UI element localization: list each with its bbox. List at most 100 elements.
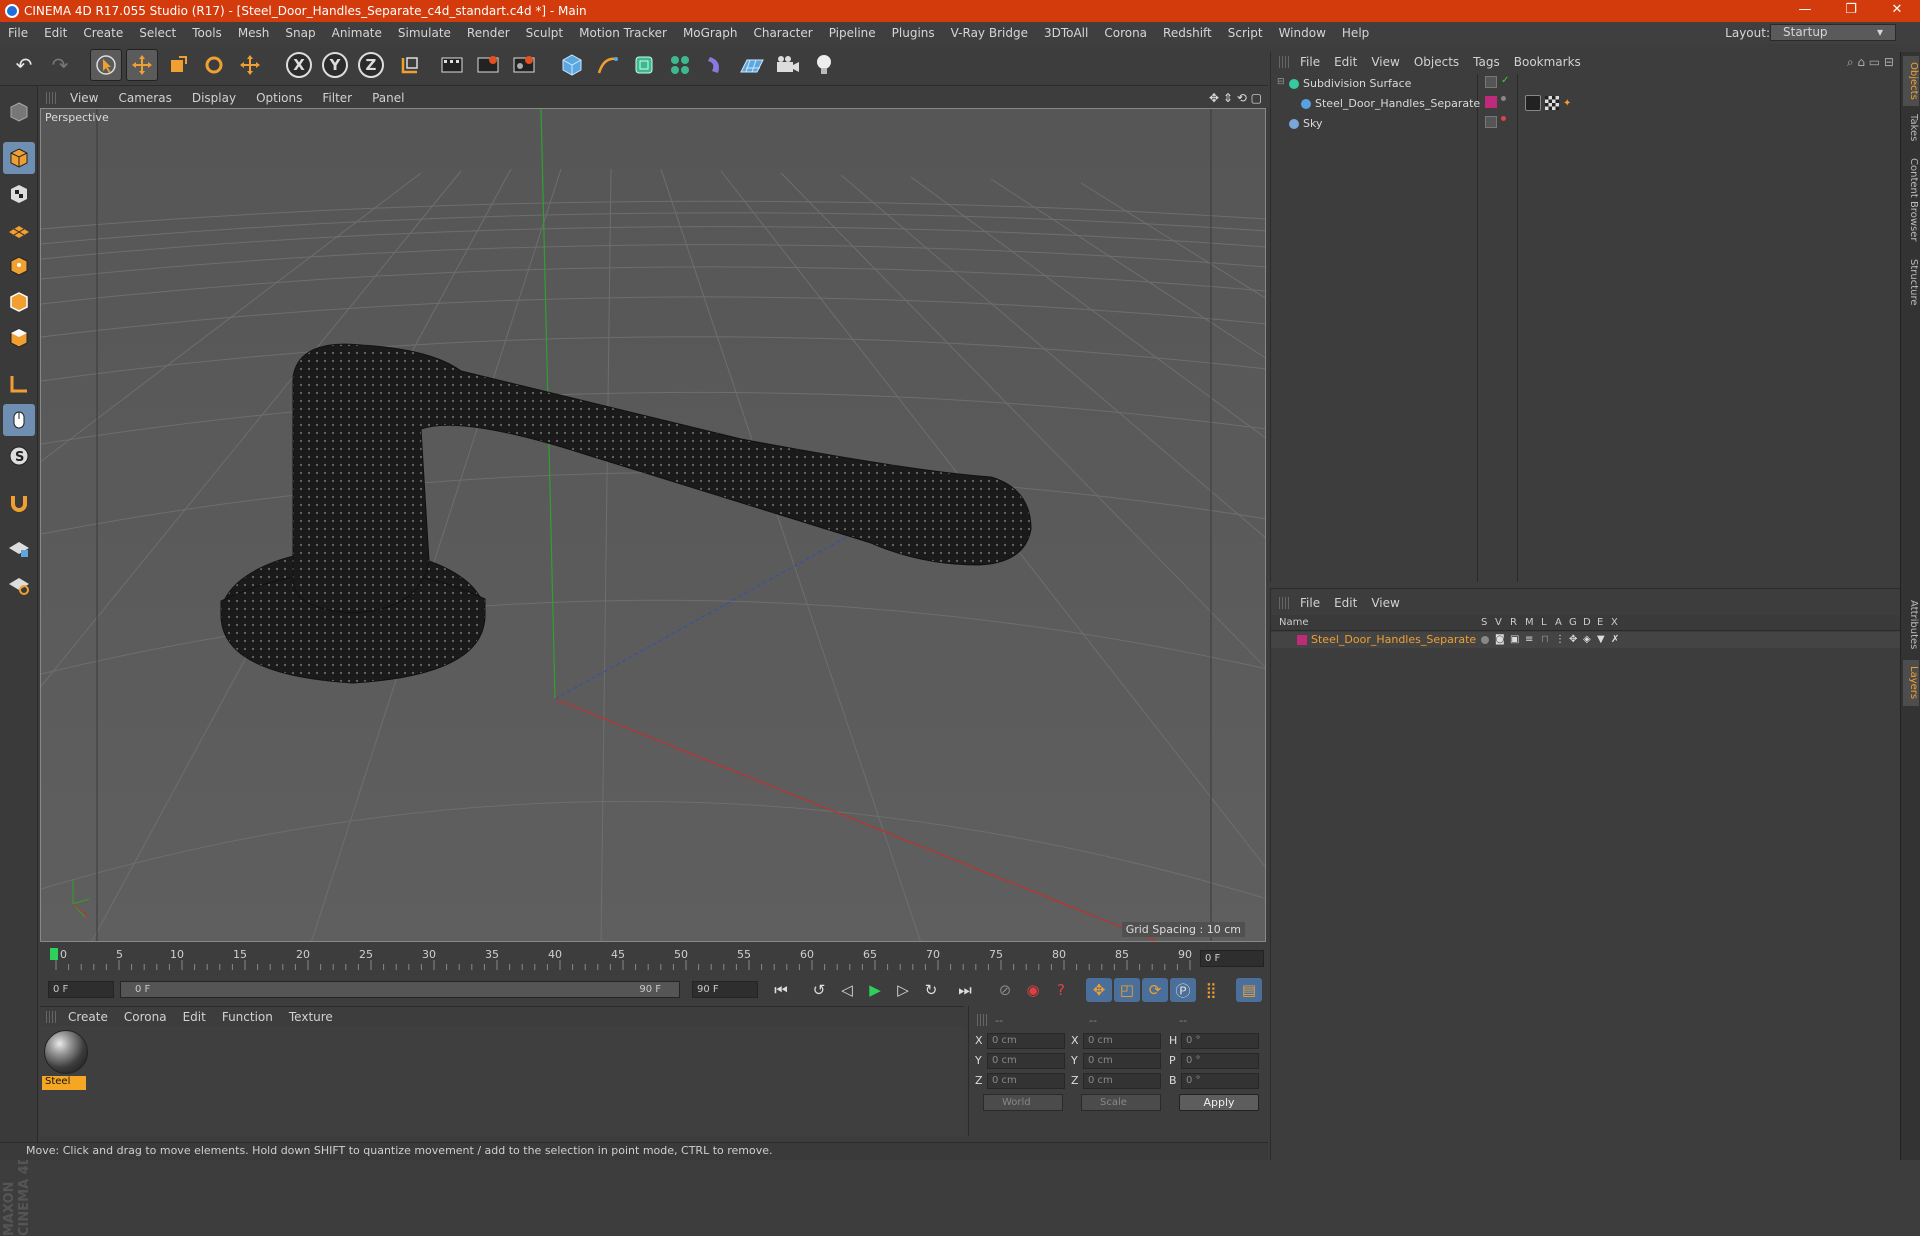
menu-tools[interactable]: Tools [184,26,230,40]
xref-toggle-icon[interactable]: ✗ [1611,634,1619,645]
texture-tag-icon[interactable] [1525,95,1541,111]
collapse-icon[interactable]: ⊟ [1277,77,1285,87]
column-render[interactable]: R [1510,617,1517,628]
live-selection-icon[interactable] [90,49,122,81]
floor-icon[interactable] [736,49,768,81]
manager-toggle-icon[interactable]: ≡ [1525,634,1533,645]
column-solo[interactable]: S [1481,617,1487,628]
material-manager-area[interactable]: Steel [40,1026,964,1136]
previous-frame-icon[interactable]: ◁ [834,978,860,1002]
render-toggle-icon[interactable]: ▣ [1510,634,1519,645]
menu-file[interactable]: File [0,26,36,40]
cube-primitive-icon[interactable] [556,49,588,81]
layer-color-icon[interactable] [1297,635,1307,645]
key-scale-icon[interactable]: ◰ [1114,978,1140,1002]
visibility-dot-icon[interactable] [1501,116,1506,121]
om-menu-edit[interactable]: Edit [1327,55,1364,69]
magnet-icon[interactable] [3,486,35,518]
rotation-b-field[interactable]: 0 ° [1181,1073,1259,1089]
scale-tool-icon[interactable] [162,49,194,81]
model-mode-icon[interactable] [3,142,35,174]
move-tool-icon[interactable] [126,49,158,81]
menu-plugins[interactable]: Plugins [884,26,943,40]
object-name[interactable]: Steel_Door_Handles_Separate [1315,97,1480,110]
om-menu-bookmarks[interactable]: Bookmarks [1507,55,1588,69]
maximize-button[interactable]: ❐ [1828,0,1874,22]
column-expressions[interactable]: E [1597,617,1603,628]
material-preview-sphere[interactable] [44,1030,88,1074]
om-menu-tags[interactable]: Tags [1466,55,1507,69]
redo-icon[interactable]: ↷ [44,49,76,81]
transform-tool-icon[interactable] [234,49,266,81]
camera-icon[interactable] [772,49,804,81]
tweak-mode-icon[interactable] [3,404,35,436]
menu-window[interactable]: Window [1271,26,1334,40]
render-picture-viewer-icon[interactable] [472,49,504,81]
viewport-navigation-icons[interactable]: ✥ ⇕ ⟲ ▢ [1209,91,1262,105]
object-row-steel-door-handles[interactable]: Steel_Door_Handles_Separate ✦ [1275,94,1897,113]
view-toggle-icon[interactable]: ◙ [1495,634,1505,645]
column-animation[interactable]: A [1555,617,1562,628]
menu-3dtoall[interactable]: 3DToAll [1036,26,1096,40]
enabled-check-icon[interactable]: ✓ [1501,75,1509,86]
coordinate-system-icon[interactable] [394,49,426,81]
play-forward-icon[interactable]: ▶ [862,978,888,1002]
solo-toggle-icon[interactable] [1481,636,1489,644]
material-name-label[interactable]: Steel [42,1076,86,1090]
menu-snap[interactable]: Snap [277,26,323,40]
size-z-field[interactable]: 0 cm [1083,1073,1161,1089]
menu-script[interactable]: Script [1220,26,1271,40]
rotate-tool-icon[interactable] [198,49,230,81]
start-frame-field[interactable]: 0 F [48,981,114,998]
render-view-icon[interactable] [436,49,468,81]
position-x-field[interactable]: 0 cm [987,1033,1065,1049]
workplane-grid-icon[interactable] [3,568,35,600]
layer-name[interactable]: Steel_Door_Handles_Separate [1311,633,1476,646]
material-menu-edit[interactable]: Edit [175,1010,214,1024]
menu-create[interactable]: Create [75,26,131,40]
key-point-level-icon[interactable]: ⣿ [1198,978,1224,1002]
tab-structure[interactable]: Structure [1903,252,1919,312]
menu-mograph[interactable]: MoGraph [675,26,746,40]
minimize-button[interactable]: — [1782,0,1828,22]
transform-mode-dropdown[interactable]: Scale [1081,1094,1161,1111]
current-frame-field[interactable]: 0 F [1200,950,1264,967]
go-to-start-icon[interactable]: ⏮ [768,978,794,1002]
viewport-menu-display[interactable]: Display [182,91,246,105]
x-axis-lock-button[interactable]: X [286,52,312,78]
keyframe-selection-icon[interactable]: ? [1048,978,1074,1002]
go-to-end-icon[interactable]: ⏭ [952,978,978,1002]
viewport-menu-options[interactable]: Options [246,91,312,105]
menu-character[interactable]: Character [745,26,820,40]
column-manager[interactable]: M [1525,617,1534,628]
close-button[interactable]: ✕ [1874,0,1920,22]
tab-layers[interactable]: Layers [1903,660,1919,706]
menu-pipeline[interactable]: Pipeline [821,26,884,40]
uvw-tag-icon[interactable] [1545,96,1559,110]
material-menu-create[interactable]: Create [60,1010,116,1024]
points-mode-icon[interactable] [3,250,35,282]
lock-toggle-icon[interactable]: ⊓ [1541,634,1549,645]
lm-menu-file[interactable]: File [1293,596,1327,610]
lm-menu-view[interactable]: View [1364,596,1406,610]
y-axis-lock-button[interactable]: Y [322,52,348,78]
generators-toggle-icon[interactable]: ✥ [1569,634,1577,645]
deformers-toggle-icon[interactable]: ◈ [1583,634,1591,645]
position-z-field[interactable]: 0 cm [987,1073,1065,1089]
key-position-icon[interactable]: ✥ [1086,978,1112,1002]
om-menu-view[interactable]: View [1364,55,1406,69]
tab-attributes[interactable]: Attributes [1903,592,1919,658]
end-frame-field[interactable]: 90 F [692,981,758,998]
playhead-marker[interactable] [50,948,58,960]
menu-help[interactable]: Help [1334,26,1377,40]
search-icon[interactable]: ⌕ ⌂ ▭ ⊟ [1847,55,1894,70]
layer-swatch-icon[interactable] [1485,116,1497,128]
coordinate-mode-dropdown[interactable]: World [983,1094,1063,1111]
object-row-subdivision-surface[interactable]: ⊟ Subdivision Surface ✓ [1275,74,1897,93]
layer-color-icon[interactable] [1485,96,1497,108]
menu-edit[interactable]: Edit [36,26,75,40]
visibility-dot-icon[interactable] [1501,96,1506,101]
make-editable-icon[interactable] [3,96,35,128]
key-parameter-icon[interactable]: Ⓟ [1170,978,1196,1002]
viewport-menu-filter[interactable]: Filter [312,91,362,105]
